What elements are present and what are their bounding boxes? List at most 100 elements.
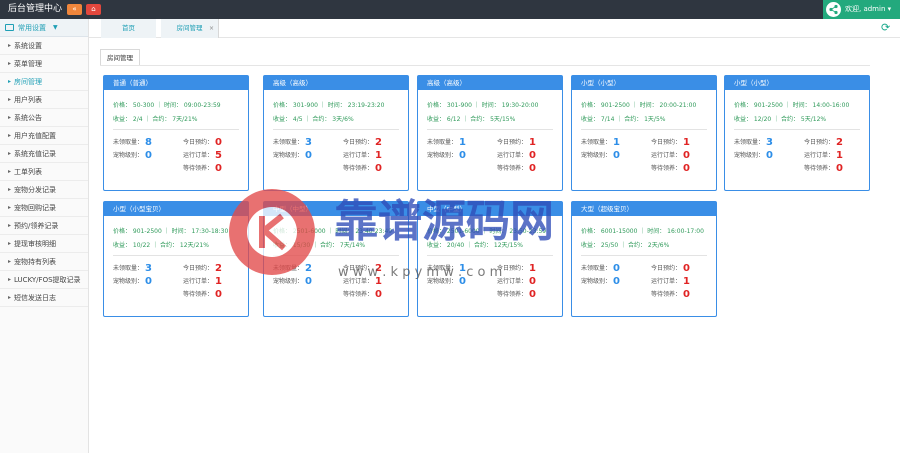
room-card: 大型（超级宝贝） 价格： 6001-15000 ｜ 时间： 16:00-17:00… [571,201,717,317]
sidebar-item-tickets[interactable]: ▸ 工单列表 [0,163,88,181]
stat-label: 运行订单 [343,152,368,159]
stat-value: 0 [215,137,222,148]
stat-value: 0 [836,163,843,174]
stat-label: 等待领养 [183,165,208,172]
sidebar-item-pet-distribution[interactable]: ▸ 宠物分发记录 [0,181,88,199]
monitor-icon [5,24,14,31]
sidebar-item-withdraw-review[interactable]: ▸ 提现审核明细 [0,235,88,253]
stat-label: 今日预约 [804,139,829,146]
room-profit-contract: 收益： 10/22 ｜ 合约： 12天/21% [113,242,209,249]
stat-running: 运行订单： 0 [651,150,690,161]
stat-waiting: 等待领养： 0 [497,289,536,300]
stat-level: 宠物级别： 0 [113,276,152,287]
sidebar-item-pet-buyback[interactable]: ▸ 宠物回购记录 [0,199,88,217]
sidebar-item-adoption-records[interactable]: ▸ 预约/领养记录 [0,217,88,235]
stat-value: 0 [613,263,620,274]
sidebar-item-pet-holdings[interactable]: ▸ 宠物持有列表 [0,253,88,271]
sidebar-item-room-management[interactable]: ▸ 房间管理 [0,73,88,91]
sidebar-item-announcements[interactable]: ▸ 系统公告 [0,109,88,127]
stat-value: 0 [613,276,620,287]
sidebar-item-system-settings[interactable]: ▸ 系统设置 [0,37,88,55]
refresh-icon[interactable]: ⟳ [881,22,892,33]
stat-value: 0 [145,276,152,287]
stat-value: 0 [529,150,536,161]
sidebar-item-lucky-fos-withdraw[interactable]: ▸ LUCKY/FOS提取记录 [0,271,88,289]
stat-label: 今日预约 [343,265,368,272]
room-card: 高级（高级） 价格： 301-900 ｜ 时间： 23:19-23:20 收益： 4… [263,75,409,191]
back-button[interactable]: « [67,4,82,15]
room-card: 小型（小型） 价格： 901-2500 ｜ 时间： 14:00-16:00 收益： … [724,75,870,191]
stat-label: 运行订单 [497,152,522,159]
sidebar-item-label: 宠物持有列表 [14,258,56,266]
sidebar-item-label: 宠物回购记录 [14,204,56,212]
stat-value: 1 [683,276,690,287]
sidebar-item-menu-management[interactable]: ▸ 菜单管理 [0,55,88,73]
card-divider [581,255,707,256]
stat-value: 2 [375,263,382,274]
room-card-title: 大型（超级宝贝） [572,202,716,216]
stat-value: 8 [145,137,152,148]
stat-value: 1 [529,263,536,274]
tab-room-list[interactable]: 房间管理 [100,49,140,66]
stat-value: 1 [836,150,843,161]
stat-running: 运行订单： 1 [651,276,690,287]
stat-waiting: 等待领养： 0 [183,289,222,300]
room-profit-contract: 收益： 12/20 ｜ 合约： 5天/12% [734,116,827,123]
sidebar-item-sms-log[interactable]: ▸ 短信发送日志 [0,289,88,307]
stat-value: 1 [529,137,536,148]
stat-value: 2 [836,137,843,148]
stat-label: 等待领养 [651,291,676,298]
stat-ready: 未领取量： 3 [273,137,312,148]
stat-level: 宠物级别： 0 [273,276,312,287]
stat-today: 今日预约： 0 [183,137,222,148]
stat-ready: 未领取量： 1 [427,263,466,274]
tab-room-management[interactable]: 房间管理 × [161,19,219,38]
stat-label: 今日预约 [497,139,522,146]
stat-value: 1 [613,137,620,148]
stat-running: 运行订单： 0 [497,150,536,161]
stat-value: 0 [683,150,690,161]
room-card-title: 小型（小型宝贝） [104,202,248,216]
close-icon[interactable]: × [209,19,214,38]
stat-today: 今日预约： 0 [651,263,690,274]
room-price-time: 价格： 2501-6000 ｜ 时间： 23:50-23:59 [427,228,547,235]
user-menu[interactable]: 欢迎, admin ▾ [823,0,900,19]
stat-value: 0 [145,150,152,161]
stat-label: 未领取量 [113,265,138,272]
stat-label: 今日预约 [651,265,676,272]
room-card-title: 高级（高级） [264,76,408,90]
room-price-time: 价格： 2501-6000 ｜ 时间： 23:40-23:49 [273,228,393,235]
sidebar-group-header[interactable]: 常用设置 ▼ [0,19,88,37]
stat-level: 宠物级别： 0 [113,150,152,161]
stat-value: 0 [766,150,773,161]
stat-level: 宠物级别： 0 [581,150,620,161]
tab-home[interactable]: 首页 [101,19,156,38]
home-button[interactable]: ⌂ [86,4,101,15]
chevron-right-icon: ▸ [8,222,12,229]
stat-label: 等待领养 [343,165,368,172]
sidebar-item-recharge-records[interactable]: ▸ 系统充值记录 [0,145,88,163]
sidebar-item-recharge-config[interactable]: ▸ 用户充值配置 [0,127,88,145]
stat-label: 等待领养 [651,165,676,172]
stat-label: 今日预约 [183,139,208,146]
stat-value: 0 [529,276,536,287]
stat-value: 5 [215,150,222,161]
stat-waiting: 等待领养： 0 [183,163,222,174]
stat-value: 3 [305,137,312,148]
stat-value: 1 [683,137,690,148]
sidebar-item-user-list[interactable]: ▸ 用户列表 [0,91,88,109]
stat-label: 宠物级别 [113,278,138,285]
stat-label: 未领取量 [273,265,298,272]
stat-value: 0 [529,289,536,300]
stat-label: 运行订单 [651,278,676,285]
card-divider [273,255,399,256]
room-price-time: 价格： 301-900 ｜ 时间： 23:19-23:20 [273,102,385,109]
stat-label: 宠物级别 [427,278,452,285]
stat-running: 运行订单： 1 [183,276,222,287]
stat-value: 2 [215,263,222,274]
user-greeting[interactable]: 欢迎, admin ▾ [845,3,891,16]
room-card: 小型（小型宝贝） 价格： 901-2500 ｜ 时间： 17:30-18:30 收益… [103,201,249,317]
chevron-right-icon: ▸ [8,204,12,211]
room-card-title: 中型（中型） [264,202,408,216]
stat-label: 宠物级别 [273,152,298,159]
